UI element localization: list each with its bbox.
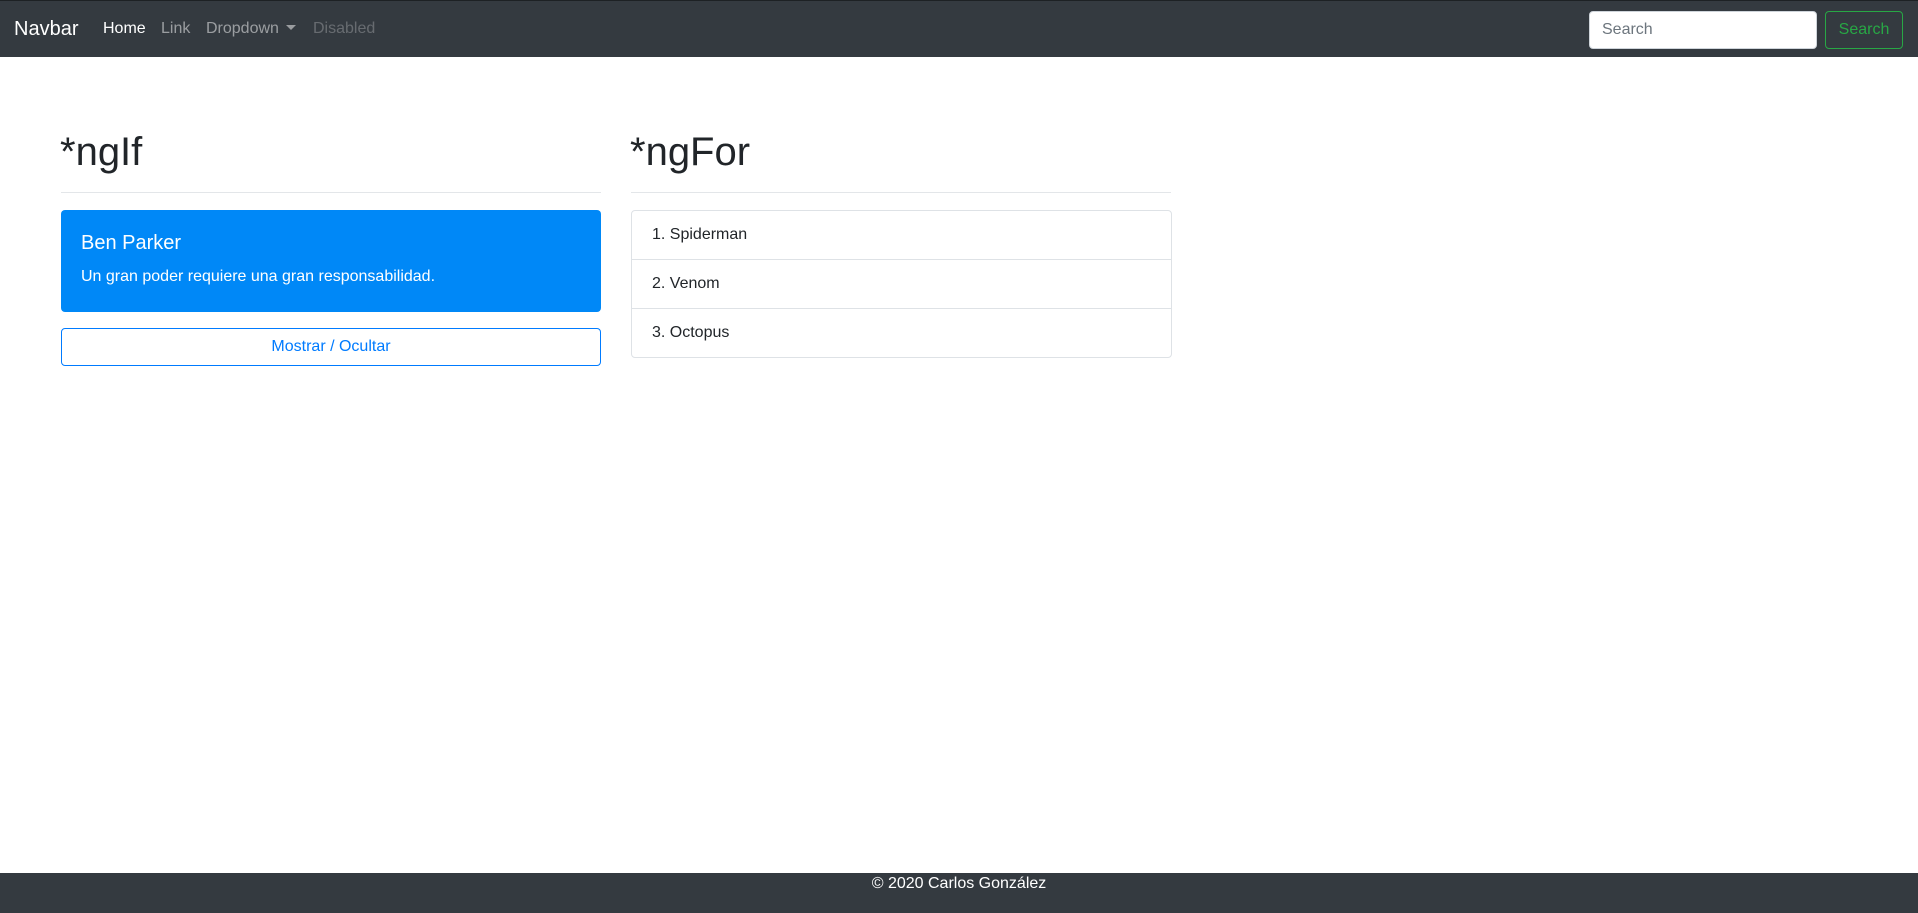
ngfor-title: *ngFor [630, 130, 751, 174]
ngfor-divider [631, 192, 1171, 193]
caret-down-icon [285, 25, 296, 30]
navbar: Navbar Home Link Dropdown Disabled Searc… [0, 0, 1918, 57]
quote-card-title: Ben Parker [81, 232, 182, 254]
footer-copyright: © 2020 Carlos González [871, 875, 1047, 892]
character-list: 1. Spiderman 2. Venom 3. Octopus [631, 210, 1172, 358]
quote-card: Ben Parker Un gran poder requiere una gr… [61, 210, 601, 312]
search-input[interactable] [1589, 11, 1817, 49]
ngif-title: *ngIf [60, 130, 143, 174]
nav-link-disabled: Disabled [313, 20, 376, 37]
list-item: 3. Octopus [652, 324, 730, 341]
nav-link-link[interactable]: Link [161, 20, 190, 38]
nav-dropdown-toggle[interactable]: Dropdown [206, 20, 296, 38]
search-button[interactable]: Search [1825, 11, 1903, 49]
quote-card-text: Un gran poder requiere una gran responsa… [81, 268, 436, 285]
nav-dropdown-label: Dropdown [206, 20, 279, 37]
list-item: 1. Spiderman [632, 211, 1171, 260]
list-item: 2. Venom [632, 260, 1171, 309]
footer: © 2020 Carlos González [0, 873, 1918, 913]
toggle-button[interactable]: Mostrar / Ocultar [61, 328, 601, 366]
navbar-brand[interactable]: Navbar [14, 18, 78, 41]
ngif-divider [61, 192, 601, 193]
nav-link-home[interactable]: Home [103, 20, 146, 38]
